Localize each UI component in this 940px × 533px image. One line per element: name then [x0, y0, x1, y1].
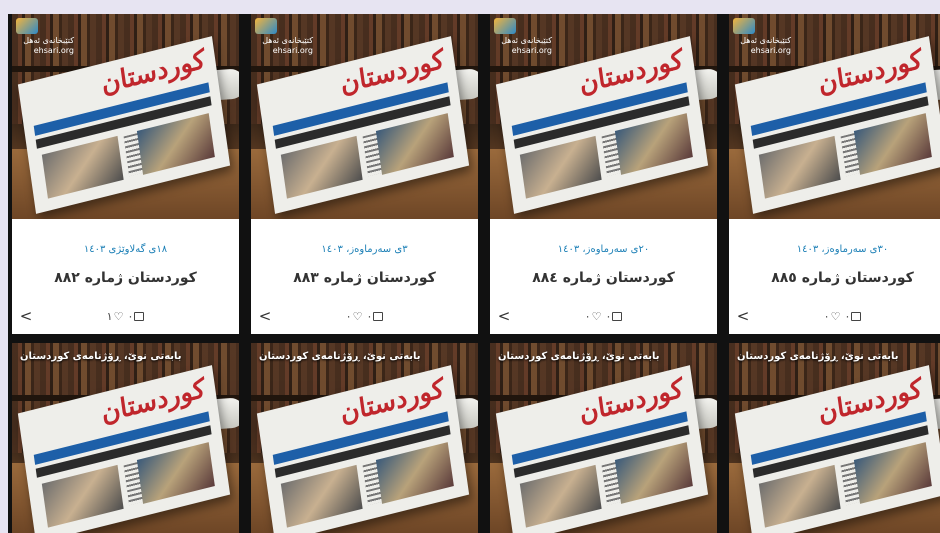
logo-label: کتێبخانەی ئەهل	[23, 36, 74, 45]
comment-count: ٠	[605, 310, 612, 323]
post-date: ٣ی سەرماوەز، ١٤٠٣	[321, 244, 408, 255]
newspaper-picture	[853, 442, 932, 504]
post-title[interactable]: کوردستان ژمارە ٨٨٤	[490, 270, 717, 286]
newspaper-picture	[136, 442, 215, 504]
comment-count: ٠	[366, 310, 373, 323]
logo-site: ehsari.org	[33, 46, 74, 55]
post-grid-frame: کوردستان کتێبخانەی ئەهل ehsari.org ١٨ی گەلا…	[8, 14, 940, 533]
like-button[interactable]: ٠ ♡	[585, 310, 602, 323]
book-logo-icon	[255, 18, 277, 34]
comment-icon	[373, 312, 384, 321]
library-logo: کتێبخانەی ئەهل ehsari.org	[733, 18, 791, 58]
newspaper-picture	[375, 113, 454, 175]
like-count: ٠	[345, 310, 352, 323]
post-grid: کوردستان کتێبخانەی ئەهل ehsari.org ١٨ی گەلا…	[12, 14, 940, 533]
comment-button[interactable]: ٠	[844, 310, 862, 323]
newspaper-picture	[614, 113, 693, 175]
newspaper-picture	[853, 113, 932, 175]
like-count: ٠	[823, 310, 830, 323]
comment-icon	[851, 312, 862, 321]
comment-icon	[134, 312, 145, 321]
like-count: ٠	[584, 310, 591, 323]
post-date: ١٨ی گەلاوێژی ١٤٠٣	[83, 244, 168, 255]
post-title[interactable]: کوردستان ژمارە ٨٨٢	[12, 270, 239, 286]
like-count: ١	[106, 310, 113, 323]
logo-site: ehsari.org	[272, 46, 313, 55]
photo-banner-text: بابەتی نوێ، ڕۆژنامەی کوردستان	[737, 351, 899, 362]
post-card[interactable]: کوردستان کتێبخانەی ئەهل ehsari.org ١٨ی گەلا…	[12, 14, 239, 334]
newspaper-picture	[375, 442, 454, 504]
like-button[interactable]: ٠ ♡	[824, 310, 841, 323]
photo-banner-text: بابەتی نوێ، ڕۆژنامەی کوردستان	[259, 351, 421, 362]
post-date: ٣٠ی سەرماوەز، ١٤٠٣	[796, 244, 889, 255]
logo-label: کتێبخانەی ئەهل	[262, 36, 313, 45]
library-logo: کتێبخانەی ئەهل ehsari.org	[494, 18, 552, 58]
comment-button[interactable]: ٠	[605, 310, 623, 323]
post-stats: ٠ ♡ ٠	[490, 310, 717, 323]
post-date: ٢٠ی سەرماوەز، ١٤٠٣	[557, 244, 650, 255]
post-card[interactable]: کوردستان بابەتی نوێ، ڕۆژنامەی کوردستان	[12, 343, 239, 533]
post-card[interactable]: کوردستان بابەتی نوێ، ڕۆژنامەی کوردستان	[729, 343, 940, 533]
newspaper-picture	[758, 464, 841, 528]
comment-button[interactable]: ٠	[127, 310, 145, 323]
newspaper-picture	[41, 135, 124, 199]
library-logo: کتێبخانەی ئەهل ehsari.org	[255, 18, 313, 58]
newspaper-picture	[614, 442, 693, 504]
post-card[interactable]: کوردستان بابەتی نوێ، ڕۆژنامەی کوردستان	[490, 343, 717, 533]
photo-banner-text: بابەتی نوێ، ڕۆژنامەی کوردستان	[498, 351, 660, 362]
newspaper-photo[interactable]: کوردستان بابەتی نوێ، ڕۆژنامەی کوردستان	[490, 343, 717, 533]
logo-label: کتێبخانەی ئەهل	[501, 36, 552, 45]
newspaper-photo[interactable]: کوردستان بابەتی نوێ، ڕۆژنامەی کوردستان	[729, 343, 940, 533]
post-card[interactable]: کوردستان کتێبخانەی ئەهل ehsari.org ٣ی سەرما…	[251, 14, 478, 334]
newspaper-picture	[280, 464, 363, 528]
newspaper-photo[interactable]: کوردستان بابەتی نوێ، ڕۆژنامەی کوردستان	[12, 343, 239, 533]
post-stats: ١ ♡ ٠	[12, 310, 239, 323]
post-title[interactable]: کوردستان ژمارە ٨٨٣	[251, 270, 478, 286]
comment-icon	[612, 312, 623, 321]
comment-count: ٠	[844, 310, 851, 323]
post-card[interactable]: کوردستان بابەتی نوێ، ڕۆژنامەی کوردستان	[251, 343, 478, 533]
newspaper-photo[interactable]: کوردستان کتێبخانەی ئەهل ehsari.org	[251, 14, 478, 219]
newspaper-picture	[136, 113, 215, 175]
newspaper-photo[interactable]: کوردستان کتێبخانەی ئەهل ehsari.org	[729, 14, 940, 219]
comment-count: ٠	[127, 310, 134, 323]
newspaper-picture	[41, 464, 124, 528]
heart-icon: ♡	[830, 310, 841, 323]
post-stats: ٠ ♡ ٠	[729, 310, 940, 323]
newspaper-photo[interactable]: کوردستان کتێبخانەی ئەهل ehsari.org	[490, 14, 717, 219]
like-button[interactable]: ٠ ♡	[346, 310, 363, 323]
post-card[interactable]: کوردستان کتێبخانەی ئەهل ehsari.org ٣٠ی سەرم…	[729, 14, 940, 334]
heart-icon: ♡	[591, 310, 602, 323]
heart-icon: ♡	[113, 310, 124, 323]
book-logo-icon	[494, 18, 516, 34]
logo-site: ehsari.org	[750, 46, 791, 55]
post-stats: ٠ ♡ ٠	[251, 310, 478, 323]
photo-banner-text: بابەتی نوێ، ڕۆژنامەی کوردستان	[20, 351, 182, 362]
like-button[interactable]: ١ ♡	[107, 310, 124, 323]
heart-icon: ♡	[352, 310, 363, 323]
logo-site: ehsari.org	[511, 46, 552, 55]
library-logo: کتێبخانەی ئەهل ehsari.org	[16, 18, 74, 58]
book-logo-icon	[16, 18, 38, 34]
newspaper-photo[interactable]: کوردستان کتێبخانەی ئەهل ehsari.org	[12, 14, 239, 219]
newspaper-photo[interactable]: کوردستان بابەتی نوێ، ڕۆژنامەی کوردستان	[251, 343, 478, 533]
newspaper-picture	[519, 464, 602, 528]
post-title[interactable]: کوردستان ژمارە ٨٨٥	[729, 270, 940, 286]
book-logo-icon	[733, 18, 755, 34]
newspaper-picture	[758, 135, 841, 199]
comment-button[interactable]: ٠	[366, 310, 384, 323]
newspaper-picture	[280, 135, 363, 199]
post-card[interactable]: کوردستان کتێبخانەی ئەهل ehsari.org ٢٠ی سەرم…	[490, 14, 717, 334]
logo-label: کتێبخانەی ئەهل	[740, 36, 791, 45]
newspaper-picture	[519, 135, 602, 199]
